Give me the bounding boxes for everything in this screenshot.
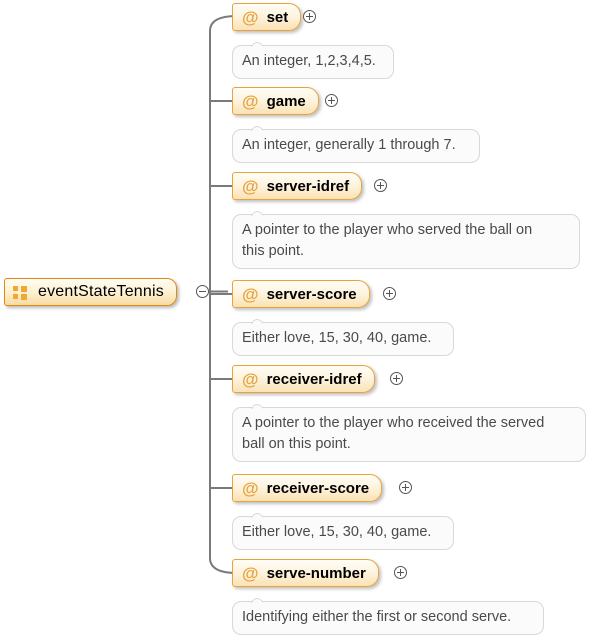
doc-tail <box>250 510 263 518</box>
plus-circle-icon-set[interactable] <box>303 10 316 23</box>
documentation-receiver-score: Either love, 15, 30, 40, game. <box>232 516 454 550</box>
at-sign-icon: @ <box>242 284 259 304</box>
plus-circle-icon-receiver-score[interactable] <box>399 481 412 494</box>
attribute-node-game[interactable]: @ game <box>232 87 319 115</box>
documentation-receiver-idref: A pointer to the player who received the… <box>232 407 586 462</box>
documentation-serve-number: Identifying either the first or second s… <box>232 601 544 635</box>
minus-circle-icon[interactable] <box>196 285 209 298</box>
at-sign-icon: @ <box>242 7 259 27</box>
at-sign-icon: @ <box>242 176 259 196</box>
doc-line: An integer, generally 1 through 7. <box>242 137 456 153</box>
doc-line: A pointer to the player who served the b… <box>242 222 533 238</box>
plus-circle-icon-server-score[interactable] <box>383 287 396 300</box>
doc-line: this point. <box>242 243 305 259</box>
doc-line: A pointer to the player who received the… <box>242 415 545 431</box>
attribute-label: server-score <box>266 285 357 303</box>
doc-line: Identifying either the first or second s… <box>242 609 512 625</box>
plus-circle-icon-receiver-idref[interactable] <box>390 372 403 385</box>
plus-circle-icon-server-idref[interactable] <box>374 179 387 192</box>
plus-circle-icon-serve-number[interactable] <box>394 566 407 579</box>
plus-circle-icon-game[interactable] <box>325 94 338 107</box>
attribute-node-receiver-score[interactable]: @ receiver-score <box>232 474 383 502</box>
at-sign-icon: @ <box>242 369 259 389</box>
schema-diagram: eventStateTennis @ set An integer, 1,2,3… <box>0 0 591 635</box>
attribute-label: set <box>266 8 289 26</box>
attribute-label: game <box>266 92 306 110</box>
doc-line: ball on this point. <box>242 436 351 452</box>
doc-tail <box>250 39 263 47</box>
documentation-server-idref: A pointer to the player who served the b… <box>232 214 580 269</box>
doc-tail <box>250 595 263 603</box>
doc-line: Either love, 15, 30, 40, game. <box>242 524 432 540</box>
sequence-icon <box>13 285 28 300</box>
attribute-label: serve-number <box>266 564 366 582</box>
doc-line: Either love, 15, 30, 40, game. <box>242 330 432 346</box>
attribute-label: receiver-score <box>266 479 370 497</box>
documentation-game: An integer, generally 1 through 7. <box>232 129 480 163</box>
doc-tail <box>250 123 263 131</box>
attribute-label: server-idref <box>266 177 350 195</box>
attribute-node-server-idref[interactable]: @ server-idref <box>232 172 363 200</box>
attribute-node-receiver-idref[interactable]: @ receiver-idref <box>232 365 375 393</box>
at-sign-icon: @ <box>242 91 259 111</box>
attribute-node-server-score[interactable]: @ server-score <box>232 280 370 308</box>
documentation-set: An integer, 1,2,3,4,5. <box>232 45 394 79</box>
doc-tail <box>250 208 263 216</box>
attribute-node-serve-number[interactable]: @ serve-number <box>232 559 379 587</box>
root-node-label: eventStateTennis <box>38 283 164 300</box>
doc-tail <box>250 316 263 324</box>
documentation-server-score: Either love, 15, 30, 40, game. <box>232 322 454 356</box>
at-sign-icon: @ <box>242 563 259 583</box>
doc-line: An integer, 1,2,3,4,5. <box>242 53 376 69</box>
root-node-eventStateTennis[interactable]: eventStateTennis <box>4 278 177 306</box>
at-sign-icon: @ <box>242 478 259 498</box>
attribute-label: receiver-idref <box>266 370 362 388</box>
attribute-node-set[interactable]: @ set <box>232 3 302 31</box>
doc-tail <box>250 401 263 409</box>
